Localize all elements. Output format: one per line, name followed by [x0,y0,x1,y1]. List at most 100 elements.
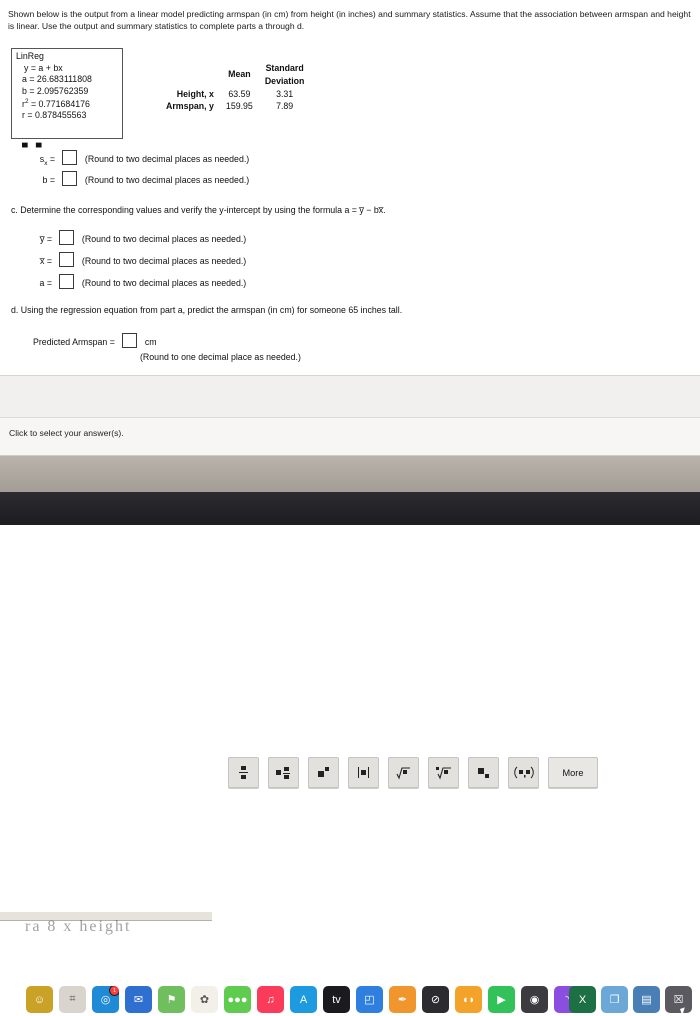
predicted-armspan-unit: cm [144,337,157,347]
dock-tv[interactable]: tv [323,986,350,1013]
answer-row-xbar: x̅ = (Round to two decimal places as nee… [30,252,246,267]
dock-maps-icon: ⚑ [166,994,177,1006]
dock-launchpad-icon: ⌗ [69,993,76,1005]
dock-books-icon: ◖◗ [461,993,476,1006]
dock: ☺ ⌗ ◎ 1 ✉ ⚑ ✿ ●●● ♫ Atv ◰ ✒ ⊘ ◖◗ ▶ ◉ ◝ X ❐ ▤ ☒ [0,492,700,1016]
screen: Shown below is the output from a linear … [0,0,700,1016]
b-input[interactable] [62,171,78,186]
predicted-armspan-input[interactable] [122,333,138,348]
more-palette-button[interactable]: More [548,757,598,788]
dock-trash[interactable]: ☒ [665,986,692,1013]
a-input[interactable] [59,274,75,289]
a-rounding-note: (Round to two decimal places as needed.) [81,278,247,288]
dock-messages[interactable]: ●●● [224,986,251,1013]
dock-books[interactable]: ◖◗ [455,986,482,1013]
dock-files-icon: ▤ [641,994,652,1006]
dock-maps[interactable]: ⚑ [158,986,185,1013]
dock-facetime-icon: ▶ [497,994,506,1006]
nth-root-button[interactable] [428,757,459,788]
dock-files[interactable]: ▤ [633,986,660,1013]
b-label: b = [42,175,55,185]
math-palette: More [0,375,700,788]
overlap-artifact: ▄ ▄ [22,138,45,147]
dock-photos[interactable]: ✿ [191,986,218,1013]
dock-music[interactable]: ♫ [257,986,284,1013]
predicted-armspan-label: Predicted Armspan = [33,337,115,347]
dock-excel[interactable]: X [569,986,596,1013]
a-label: a = [39,278,52,288]
dock-messages-icon: ●●● [227,993,248,1006]
xbar-rounding-note: (Round to two decimal places as needed.) [81,256,247,266]
stats-header-sd: Standard Deviation [259,62,311,88]
sx-rounding-note: (Round to two decimal places as needed.) [84,154,250,164]
dock-pages[interactable]: ✒ [389,986,416,1013]
dock-safari-icon: ◎ [100,994,111,1006]
ybar-input[interactable] [59,230,75,245]
linreg-r2-value: 0.771684176 [38,98,90,109]
absolute-value-button[interactable] [348,757,379,788]
part-c-text: c. Determine the corresponding values an… [11,205,386,215]
select-answer-hint: Click to select your answer(s). [9,428,124,438]
dock-record-icon: ◉ [529,994,540,1006]
dock-finder[interactable]: ☺ [26,986,53,1013]
dock-photos-icon: ✿ [199,994,210,1006]
calculator-output-box: LinReg y = a + bx a = 26.683111808 b = 2… [11,48,123,139]
summary-statistics-table: Mean Standard Deviation Height, x 63.59 … [160,62,310,113]
dock-tv-icon: tv [332,993,341,1006]
stats-row-sd: 7.89 [276,101,294,112]
linreg-r-value: 0.878455563 [34,110,87,121]
dock-app-store-icon: A [299,993,308,1006]
dock-trash-icon: ☒ [673,994,684,1006]
table-row: Armspan, y 159.95 7.89 [160,100,310,113]
interval-button[interactable] [508,757,539,788]
stats-header-sd-line1: Standard [265,63,304,73]
stats-header-sd-line2: Deviation [264,75,305,86]
dock-music-icon: ♫ [266,993,275,1006]
fraction-stack-button[interactable] [228,757,259,788]
dock-launchpad[interactable]: ⌗ [59,986,86,1013]
desk-handwriting: ra 8 x height [25,918,132,935]
square-root-button[interactable] [388,757,419,788]
subscript-button[interactable] [468,757,499,788]
linreg-b: b = 2.095762359 [22,86,89,97]
dock-do-not-enter-icon: ⊘ [430,994,441,1006]
dock-excel-icon: X [578,993,587,1006]
dock-app-store[interactable]: A [290,986,317,1013]
linreg-a: a = 26.683111808 [22,74,92,85]
dock-safari-badge: 1 [109,986,119,996]
dock-keynote[interactable]: ◰ [356,986,383,1013]
dock-mail-icon: ✉ [133,994,144,1006]
footer-bar: Click to select your answer(s). [0,417,700,456]
xbar-input[interactable] [59,252,75,267]
linreg-equation: y = a + bx [24,62,63,73]
dock-pages-icon: ✒ [397,994,408,1006]
sx-subscript: x [44,159,48,167]
exponent-button[interactable] [308,757,339,788]
dock-preview[interactable]: ❐ [601,986,628,1013]
answer-row-b: b = (Round to two decimal places as need… [33,171,249,186]
linreg-r2: r2 = 0.771684176 [22,97,90,109]
stats-row-label: Height, x [176,88,214,99]
linreg-r: r = 0.878455563 [22,110,87,121]
answer-row-ybar: y̅ = (Round to two decimal places as nee… [30,230,246,245]
ybar-rounding-note: (Round to two decimal places as needed.) [81,234,247,244]
linreg-title: LinReg [16,51,44,61]
dock-mail[interactable]: ✉ [125,986,152,1013]
dock-preview-icon: ❐ [609,994,620,1006]
table-row: Height, x 63.59 3.31 [160,88,310,101]
predicted-rounding-note: (Round to one decimal place as needed.) [140,352,301,362]
stats-row-mean: 159.95 [225,101,253,112]
sx-label: sx = [39,154,55,167]
dock-facetime[interactable]: ▶ [488,986,515,1013]
dock-safari[interactable]: ◎ 1 [92,986,119,1013]
linreg-a-value: 26.683111808 [36,74,92,85]
answer-row-a: a = (Round to two decimal places as need… [30,274,246,289]
linreg-b-value: 2.095762359 [36,86,89,97]
xbar-label: x̅ = [40,256,52,266]
mixed-number-button[interactable] [268,757,299,788]
dock-record[interactable]: ◉ [521,986,548,1013]
predicted-armspan-row: Predicted Armspan = cm [33,333,157,348]
answer-row-sx: sx = (Round to two decimal places as nee… [33,150,249,167]
dock-do-not-enter[interactable]: ⊘ [422,986,449,1013]
sx-input[interactable] [62,150,78,165]
